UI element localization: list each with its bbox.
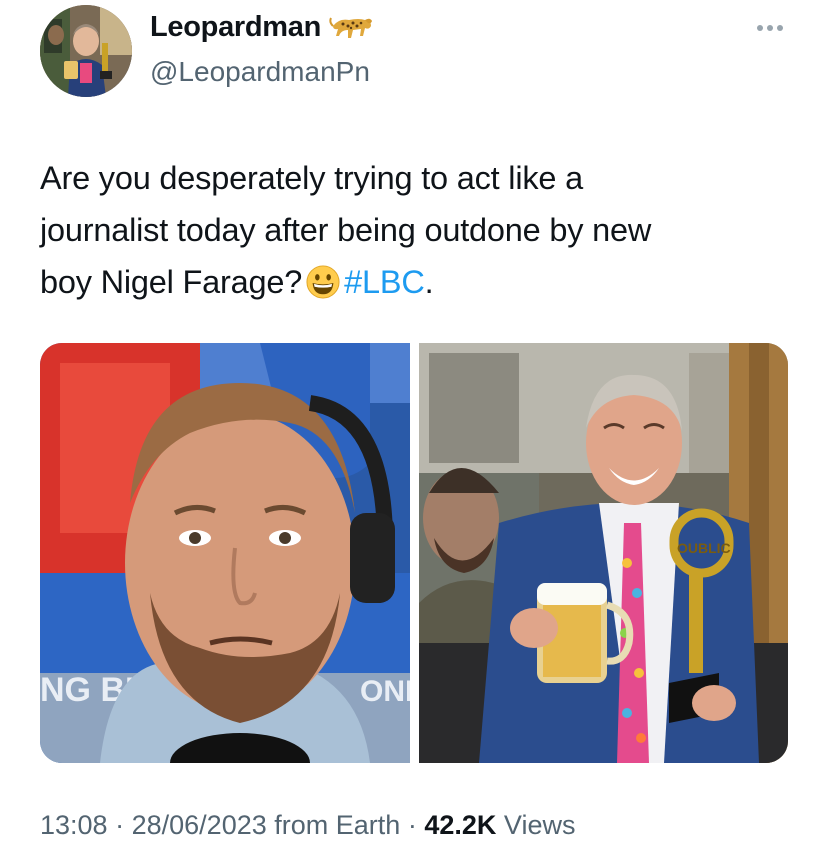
views-label: Views xyxy=(503,810,576,840)
tweet-line-3: boy Nigel Farage? xyxy=(40,264,303,300)
media-grid: NG BR ONI OUBLIC xyxy=(40,343,788,763)
hashtag-link[interactable]: #LBC xyxy=(344,264,425,300)
author-display-name[interactable]: Leopardman xyxy=(150,11,321,44)
author-name-row[interactable]: Leopardman xyxy=(150,10,373,44)
meta-separator-1: · xyxy=(115,810,125,840)
avatar[interactable] xyxy=(40,5,132,97)
journalist-photo: NG BR ONI xyxy=(40,343,410,763)
grinning-face-emoji-icon xyxy=(306,265,340,299)
tweet-source: from Earth xyxy=(274,810,401,840)
photo-left[interactable]: NG BR ONI xyxy=(40,343,410,763)
leopard-icon xyxy=(329,17,373,38)
tweet-suffix: . xyxy=(424,264,434,300)
tweet-line-1: Are you desperately trying to act like a xyxy=(40,160,583,196)
views-count: 42.2K xyxy=(424,810,497,840)
politician-photo: OUBLIC xyxy=(419,343,788,763)
more-options-button[interactable] xyxy=(752,16,788,40)
avatar-photo xyxy=(40,5,132,97)
tweet-meta: 13:08 · 28/06/2023 from Earth · 42.2K Vi… xyxy=(40,810,575,841)
tweet-text: Are you desperately trying to act like a… xyxy=(40,152,790,308)
studio-sign-right: ONI xyxy=(360,675,410,708)
award-text: OUBLIC xyxy=(677,540,731,556)
tweet-time[interactable]: 13:08 xyxy=(40,810,108,841)
more-dots-icon xyxy=(757,25,783,31)
meta-separator-2: · xyxy=(407,810,417,840)
tweet-date[interactable]: 28/06/2023 xyxy=(132,810,267,841)
tweet-line-2: journalist today after being outdone by … xyxy=(40,212,652,248)
author-handle[interactable]: @LeopardmanPn xyxy=(150,56,370,88)
photo-right[interactable]: OUBLIC xyxy=(419,343,788,763)
